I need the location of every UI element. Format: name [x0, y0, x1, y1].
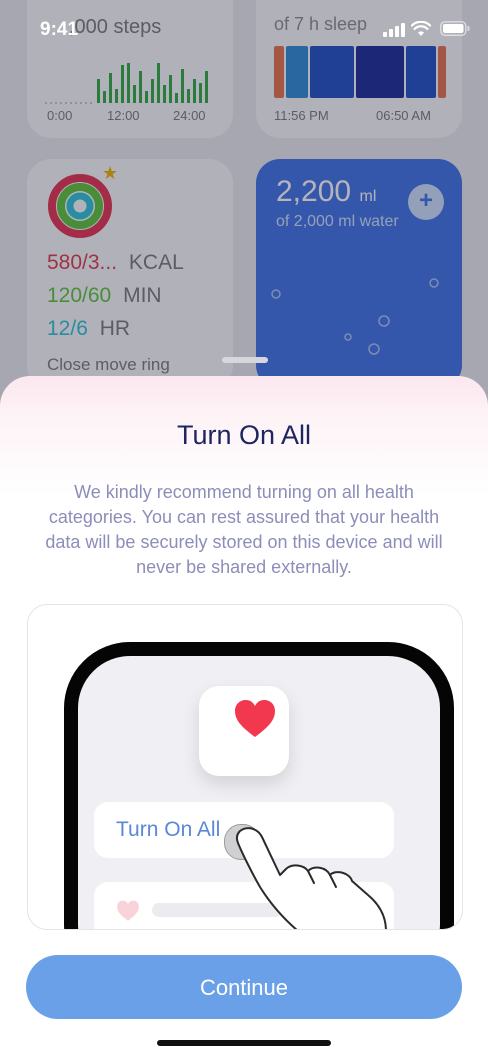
sheet-title: Turn On All [176, 420, 312, 450]
cellular-signal-icon [383, 23, 405, 37]
home-indicator[interactable] [157, 1040, 331, 1046]
battery-icon [440, 21, 470, 37]
illustration-panel: Turn On All [27, 604, 463, 930]
wifi-icon [411, 21, 431, 36]
illustration-button-label: Turn On All [116, 818, 221, 841]
sheet-grabber[interactable] [222, 357, 268, 363]
pointing-hand-icon [235, 827, 387, 929]
status-time: 9:41 [40, 19, 79, 40]
status-bar: 9:41 [0, 0, 488, 60]
small-heart-icon [117, 900, 139, 921]
continue-button[interactable]: Continue [26, 955, 462, 1019]
health-app-icon [199, 686, 289, 776]
sheet-description: We kindly recommend turning on all healt… [45, 482, 443, 577]
heart-icon [235, 700, 275, 737]
